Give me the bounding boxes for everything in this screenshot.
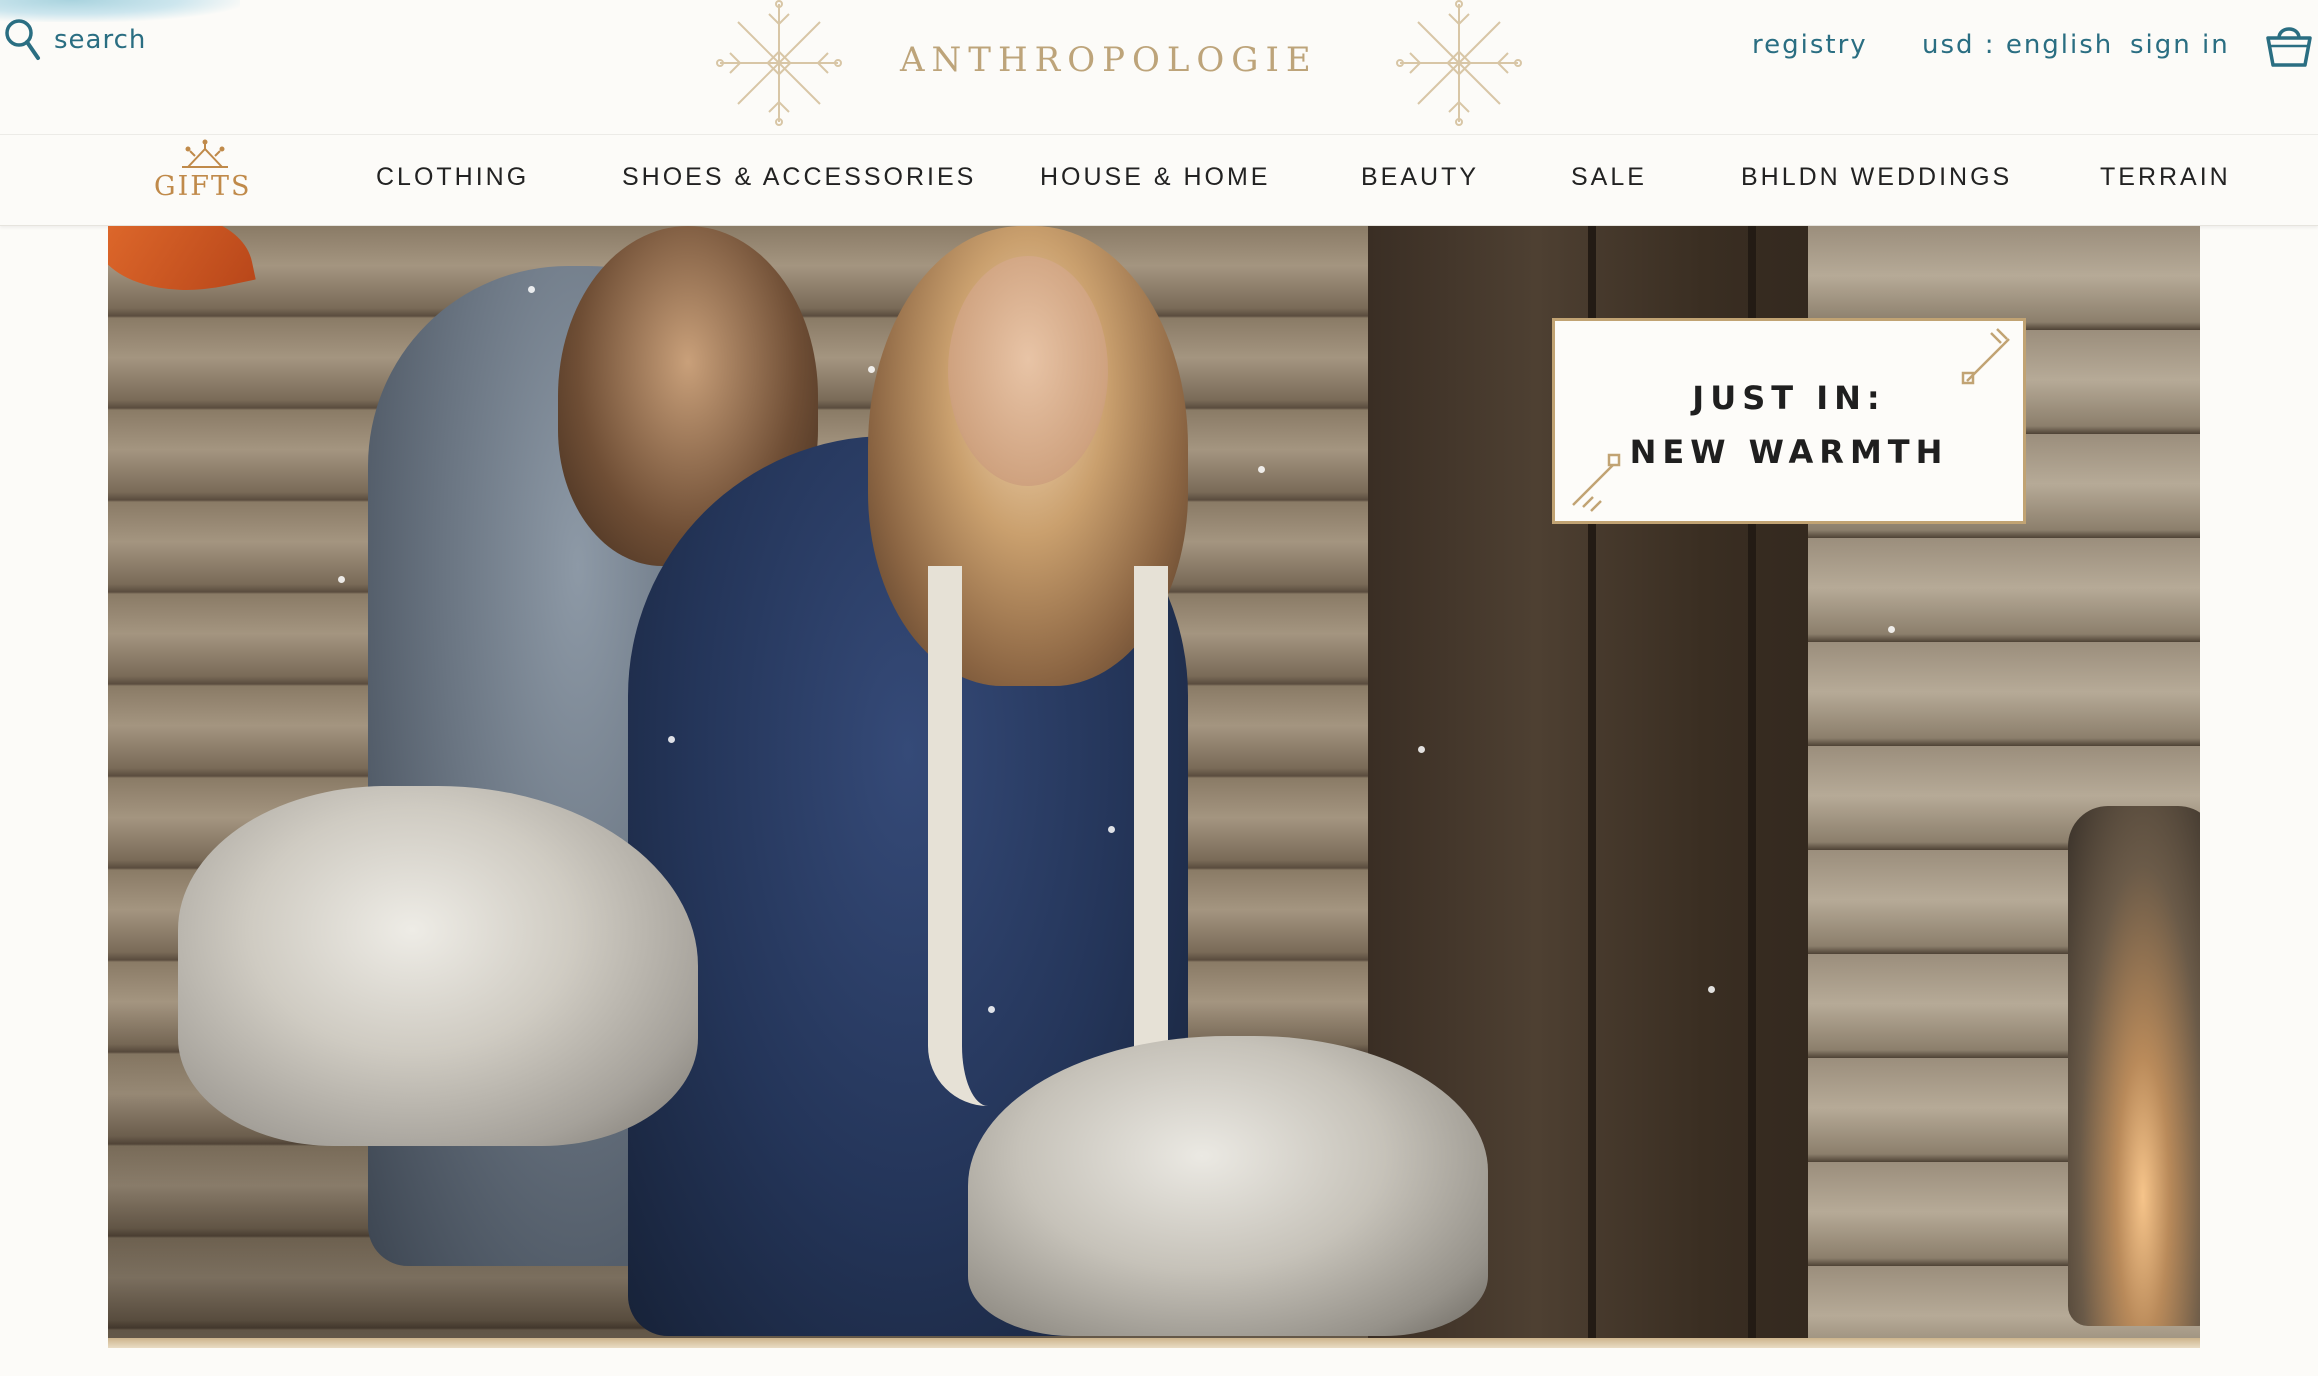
gifts-crown-icon xyxy=(182,139,228,168)
nav-item-clothing[interactable]: CLOTHING xyxy=(376,163,529,192)
nav-item-sale[interactable]: SALE xyxy=(1571,163,1647,192)
nav-item-bhldn-weddings[interactable]: BHLDN WEDDINGS xyxy=(1741,163,2012,192)
snowflake-ornament-icon xyxy=(1396,0,1522,126)
site-logo[interactable]: ANTHROPOLOGIE xyxy=(900,40,1318,80)
snowflake-dot xyxy=(1888,626,1895,633)
locale-selector[interactable]: usd : english xyxy=(1922,30,2113,60)
callout-arrow-ornament-icon xyxy=(1572,453,1621,512)
hero-scarf xyxy=(928,566,1168,1106)
snowflake-dot xyxy=(528,286,535,293)
hero-knit-blanket xyxy=(178,786,698,1146)
snowflake-ornament-icon xyxy=(716,0,842,126)
hero-leaf xyxy=(108,226,256,311)
hero-lantern xyxy=(2068,806,2200,1326)
nav-item-shoes-accessories[interactable]: SHOES & ACCESSORIES xyxy=(622,163,976,192)
snowflake-dot xyxy=(1258,466,1265,473)
just-in-callout[interactable]: JUST IN: NEW WARMTH xyxy=(1552,318,2026,524)
snowflake-dot xyxy=(338,576,345,583)
nav-item-beauty[interactable]: BEAUTY xyxy=(1361,163,1479,192)
main-navigation: GIFTS CLOTHING SHOES & ACCESSORIES HOUSE… xyxy=(0,134,2318,226)
nav-item-gifts[interactable]: GIFTS xyxy=(152,139,256,223)
search-icon xyxy=(5,19,40,60)
snowflake-dot xyxy=(988,1006,995,1013)
hero-knit-blanket xyxy=(968,1036,1488,1336)
snowflake-dot xyxy=(1418,746,1425,753)
search-label: search xyxy=(54,25,147,55)
snowflake-dot xyxy=(1108,826,1115,833)
nav-item-terrain[interactable]: TERRAIN xyxy=(2100,163,2231,192)
callout-arrow-ornament-icon xyxy=(1961,328,2010,385)
nav-item-house-home[interactable]: HOUSE & HOME xyxy=(1040,163,1270,192)
hero-bottom-border xyxy=(108,1338,2200,1348)
callout-subtitle: NEW WARMTH xyxy=(1629,433,1949,471)
registry-link[interactable]: registry xyxy=(1752,30,1868,60)
snowflake-dot xyxy=(1708,986,1715,993)
search-button[interactable]: search xyxy=(4,16,146,64)
hero-banner[interactable]: JUST IN: NEW WARMTH xyxy=(108,226,2200,1338)
hero-model-center-face xyxy=(948,256,1108,486)
shopping-bag-icon[interactable] xyxy=(2264,20,2314,68)
callout-title: JUST IN: xyxy=(1692,379,1886,417)
site-header: search ANTHROPOLOGIE registry usd : engl… xyxy=(0,0,2318,134)
snowflake-dot xyxy=(868,366,875,373)
sign-in-link[interactable]: sign in xyxy=(2130,30,2230,60)
snowflake-dot xyxy=(668,736,675,743)
nav-item-gifts-label: GIFTS xyxy=(154,171,252,202)
